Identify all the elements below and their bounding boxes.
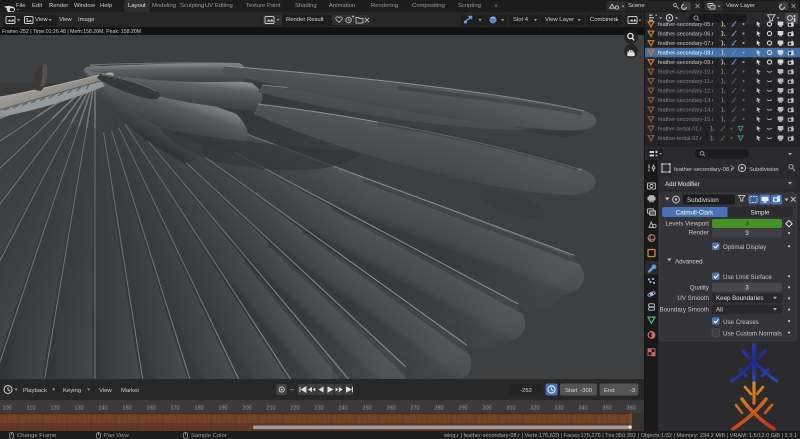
svg-text:360: 360 — [626, 406, 635, 412]
svg-text:Use Custom Normals: Use Custom Normals — [723, 330, 782, 337]
svg-text:130: 130 — [74, 406, 83, 412]
svg-text:feather-secondary-13.r: feather-secondary-13.r — [658, 98, 714, 104]
svg-text:Playback: Playback — [23, 388, 47, 394]
svg-text:Render: Render — [689, 230, 709, 237]
svg-text:320: 320 — [530, 406, 539, 412]
svg-text:3: 3 — [745, 221, 749, 228]
svg-text:feather-secondary-08.r: feather-secondary-08.r — [658, 51, 714, 57]
svg-text:feather-secondary-07.r: feather-secondary-07.r — [658, 41, 714, 47]
svg-text:-300: -300 — [580, 388, 593, 394]
svg-text:End: End — [604, 388, 614, 394]
svg-text:Add Modifier: Add Modifier — [665, 181, 700, 188]
svg-text:feather-secondary-11.r: feather-secondary-11.r — [658, 79, 713, 85]
svg-text:Simple: Simple — [751, 210, 770, 217]
svg-text:200: 200 — [242, 406, 251, 412]
svg-text:210: 210 — [266, 406, 275, 412]
svg-text:feather-secondary-10.r: feather-secondary-10.r — [658, 70, 714, 76]
svg-text:180: 180 — [194, 406, 203, 412]
svg-text:3: 3 — [745, 230, 749, 237]
svg-text:340: 340 — [578, 406, 587, 412]
svg-text:3: 3 — [745, 285, 749, 292]
svg-text:feather-secondary-05.r: feather-secondary-05.r — [658, 22, 714, 28]
svg-text:Use Creases: Use Creases — [723, 319, 759, 326]
svg-text:290: 290 — [458, 406, 467, 412]
svg-text:270: 270 — [410, 406, 419, 412]
svg-text:Marker: Marker — [121, 388, 139, 394]
svg-text:260: 260 — [386, 406, 395, 412]
svg-text:Keying: Keying — [63, 388, 81, 394]
svg-text:110: 110 — [27, 406, 36, 412]
svg-text:feather-tertial-01.r: feather-tertial-01.r — [658, 127, 702, 133]
svg-text:feather-tertial-02.r: feather-tertial-02.r — [658, 136, 702, 142]
svg-text:Keep Boundaries: Keep Boundaries — [716, 295, 763, 302]
svg-text:350: 350 — [602, 406, 611, 412]
svg-text:280: 280 — [434, 406, 443, 412]
svg-text:120: 120 — [50, 406, 59, 412]
svg-text:Levels Viewport: Levels Viewport — [665, 221, 709, 228]
svg-text:140: 140 — [98, 406, 107, 412]
svg-text:feather-secondary-14.r: feather-secondary-14.r — [658, 108, 714, 114]
svg-text:feather-secondary-12.r: feather-secondary-12.r — [658, 89, 714, 95]
svg-text:100: 100 — [2, 406, 11, 412]
svg-text:240: 240 — [338, 406, 347, 412]
svg-text:All: All — [716, 307, 723, 314]
svg-text:Boundary Smooth: Boundary Smooth — [659, 306, 709, 313]
svg-text:Quality: Quality — [690, 284, 710, 291]
svg-text:feather-secondary-06.r: feather-secondary-06.r — [658, 32, 714, 38]
svg-text:Advanced: Advanced — [675, 259, 703, 266]
svg-text:150: 150 — [122, 406, 131, 412]
svg-text:feather-secondary-08.r: feather-secondary-08.r — [674, 167, 733, 173]
svg-text:feather-secondary-15.r: feather-secondary-15.r — [658, 117, 714, 123]
svg-text:Subdivision: Subdivision — [687, 197, 719, 204]
svg-text:170: 170 — [170, 406, 179, 412]
svg-text:220: 220 — [290, 406, 299, 412]
svg-text:UV Smooth: UV Smooth — [677, 295, 709, 302]
svg-text:330: 330 — [554, 406, 563, 412]
svg-text:Use Limit Surface: Use Limit Surface — [723, 274, 772, 281]
svg-text:160: 160 — [146, 406, 155, 412]
svg-text:230: 230 — [314, 406, 323, 412]
svg-text:-3: -3 — [630, 388, 636, 394]
svg-text:310: 310 — [506, 406, 515, 412]
svg-text:-252: -252 — [520, 388, 532, 394]
svg-text:Start: Start — [565, 388, 578, 394]
svg-text:190: 190 — [218, 406, 227, 412]
svg-text:Catmull-Clark: Catmull-Clark — [676, 210, 714, 217]
svg-text:Optimal Display: Optimal Display — [723, 244, 767, 251]
svg-text:300: 300 — [482, 406, 491, 412]
svg-text:feather-secondary-09.r: feather-secondary-09.r — [658, 60, 714, 66]
svg-text:250: 250 — [362, 406, 371, 412]
svg-text:Subdivision: Subdivision — [749, 167, 779, 173]
svg-text:View: View — [99, 388, 112, 394]
